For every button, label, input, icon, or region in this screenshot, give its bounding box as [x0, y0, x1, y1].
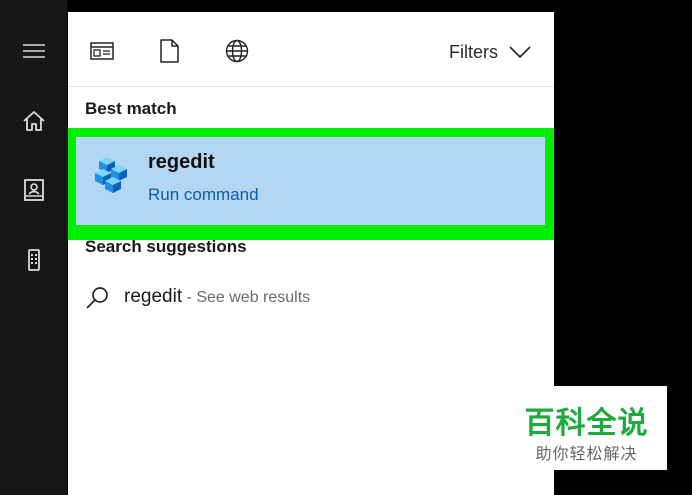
home-icon[interactable] — [21, 108, 47, 134]
filters-button[interactable]: Filters — [449, 40, 532, 64]
result-subtitle: Run command — [148, 185, 259, 204]
web-suggestion-item[interactable]: regedit - See web results — [68, 280, 554, 320]
best-match-result[interactable]: regedit Run command — [76, 137, 545, 225]
result-title: regedit — [148, 151, 215, 173]
search-toolbar: Filters — [68, 12, 554, 87]
best-match-highlight: regedit Run command — [68, 128, 554, 240]
documents-icon[interactable] — [21, 177, 47, 203]
suggestion-text: regedit - See web results — [124, 286, 310, 308]
search-suggestions-heading: Search suggestions — [85, 237, 247, 256]
left-sidebar — [0, 0, 67, 495]
filters-label: Filters — [449, 41, 498, 62]
suggestion-query: regedit — [124, 286, 183, 307]
registry-editor-icon — [91, 153, 131, 197]
watermark-logo: 百科全说 助你轻松解决 — [506, 386, 667, 470]
chevron-down-icon — [508, 44, 532, 60]
globe-icon[interactable] — [224, 38, 250, 64]
document-icon[interactable] — [156, 38, 182, 64]
apps-icon[interactable] — [89, 38, 115, 64]
search-icon — [84, 285, 110, 311]
device-icon[interactable] — [21, 247, 47, 273]
watermark-title: 百科全说 — [524, 407, 649, 440]
search-panel: Filters Best match regedit Run command S… — [68, 12, 554, 495]
hamburger-menu-icon[interactable] — [21, 38, 47, 64]
suggestion-suffix: - See web results — [182, 289, 311, 306]
best-match-heading: Best match — [85, 99, 177, 118]
watermark-subtitle: 助你轻松解决 — [535, 446, 638, 463]
